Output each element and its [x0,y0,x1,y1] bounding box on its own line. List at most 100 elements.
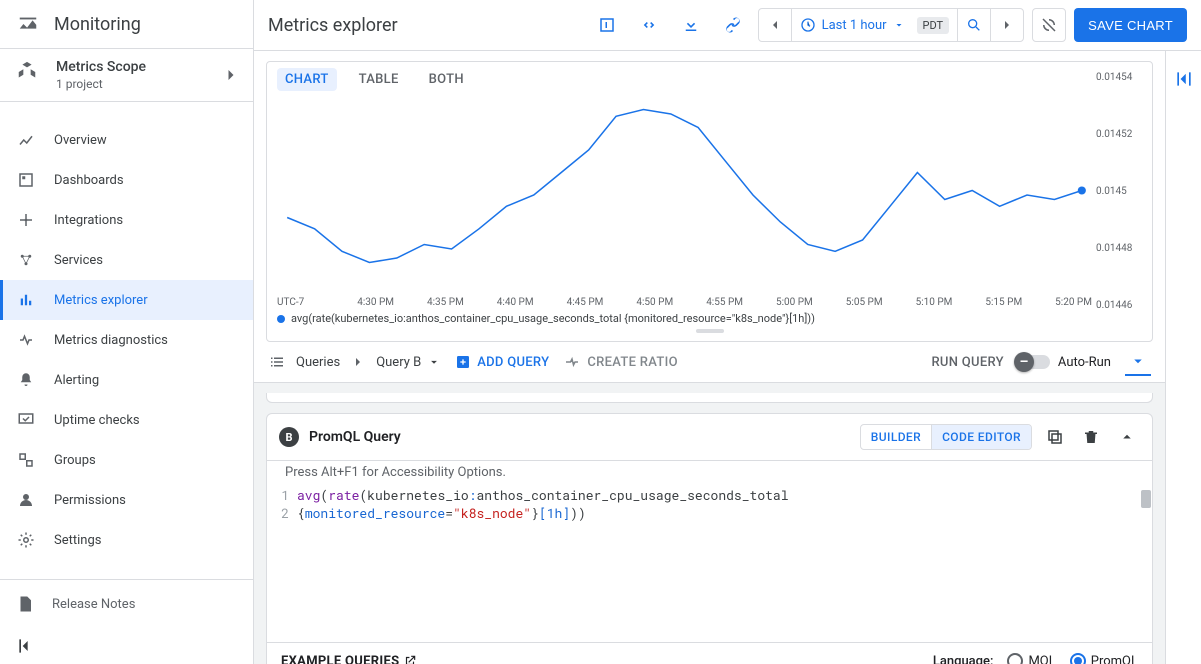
create-ratio-label: CREATE RATIO [587,355,678,370]
line-number: 2 [267,504,297,522]
tab-both[interactable]: BOTH [421,68,472,91]
code-view-button[interactable] [632,8,666,42]
sidebar-item-metrics-diagnostics[interactable]: Metrics diagnostics [0,320,253,360]
download-button[interactable] [674,8,708,42]
add-query-label: ADD QUERY [477,355,549,370]
add-query-button[interactable]: ADD QUERY [455,354,549,370]
external-link-icon [403,654,417,664]
example-queries-label: EXAMPLE QUERIES [281,654,399,664]
y-tick: 0.01446 [1096,300,1146,311]
resize-handle[interactable] [696,329,724,333]
queries-label: Queries [296,355,340,370]
chart-legend: avg(rate(kubernetes_io:anthos_container_… [267,308,1152,325]
code-line: 2{monitored_resource="k8s_node"}[1h])) [267,504,1152,522]
metrics-scope-selector[interactable]: Metrics Scope 1 project [0,49,253,102]
sync-off-icon [1040,16,1058,34]
time-range-picker: Last 1 hour PDT [758,8,1025,42]
sidebar-item-overview[interactable]: Overview [0,120,253,160]
share-link-button[interactable] [716,8,750,42]
chevron-up-icon [1118,428,1136,446]
gear-icon [16,531,36,549]
copy-query-button[interactable] [1042,424,1068,450]
legend-label: avg(rate(kubernetes_io:anthos_container_… [291,312,815,325]
time-next-button[interactable] [990,9,1023,41]
mql-label: MQL [1028,654,1055,664]
caret-down-icon [893,19,905,31]
sidebar-item-label: Permissions [54,493,126,508]
product-name: Monitoring [54,14,141,35]
auto-run-toggle[interactable]: – Auto-Run [1018,355,1111,370]
collapse-sidebar-button[interactable] [0,628,253,664]
sidebar-item-label: Overview [54,133,107,148]
x-tick: 5:00 PM [776,297,813,308]
chevron-right-icon [350,354,366,370]
delete-query-button[interactable] [1078,424,1104,450]
tab-chart[interactable]: CHART [277,68,337,91]
sidebar-item-services[interactable]: Services [0,240,253,280]
line-number: 1 [267,486,297,504]
current-query-dropdown[interactable]: Query B [376,355,441,370]
release-notes-label: Release Notes [52,597,135,612]
search-icon [966,17,982,33]
chart-plot[interactable] [277,95,1092,295]
monitor-check-icon [16,411,36,429]
builder-button[interactable]: BUILDER [861,425,931,449]
sidebar-item-label: Metrics explorer [54,293,148,308]
right-panel-toggle[interactable] [1165,51,1201,664]
chevron-left-icon [767,17,783,33]
queries-breadcrumb[interactable]: Queries [296,355,340,370]
collapse-query-button[interactable] [1114,424,1140,450]
code-content: avg(rate(kubernetes_io:anthos_container_… [297,486,789,504]
collapsed-query-card[interactable] [266,393,1153,403]
tab-table[interactable]: TABLE [351,68,407,91]
sidebar-item-uptime-checks[interactable]: Uptime checks [0,400,253,440]
sidebar-item-label: Services [54,253,103,268]
sidebar: Monitoring Metrics Scope 1 project Overv… [0,0,254,664]
y-tick: 0.01452 [1096,129,1146,140]
sidebar-item-alerting[interactable]: Alerting [0,360,253,400]
time-zoom-button[interactable] [957,9,990,41]
plus-box-icon [455,354,471,370]
x-tick: 5:20 PM [1055,297,1092,308]
editor-mode-toggle: BUILDER CODE EDITOR [860,424,1032,450]
sidebar-item-groups[interactable]: Groups [0,440,253,480]
autorefresh-off-button[interactable] [1032,8,1066,42]
promql-code-editor[interactable]: 1avg(rate(kubernetes_io:anthos_container… [267,484,1152,642]
sidebar-item-settings[interactable]: Settings [0,520,253,560]
code-editor-button[interactable]: CODE EDITOR [931,425,1031,449]
bar-chart-icon [16,291,36,309]
language-mql-radio[interactable]: MQL [1007,653,1055,664]
run-query-button[interactable]: RUN QUERY [931,355,1003,370]
release-notes-link[interactable]: Release Notes [0,580,253,628]
product-header: Monitoring [0,0,253,49]
sidebar-item-integrations[interactable]: Integrations [0,200,253,240]
example-queries-link[interactable]: EXAMPLE QUERIES [281,654,417,664]
time-range-button[interactable]: Last 1 hour PDT [791,9,958,41]
queries-toolbar: Queries Query B ADD QUERY [254,342,1165,383]
caret-down-icon [427,355,441,369]
x-tick: 4:55 PM [706,297,743,308]
collapse-right-icon [1174,69,1194,89]
sidebar-item-label: Groups [54,453,96,468]
chevron-down-icon [1129,352,1147,370]
scope-icon [16,61,38,83]
sidebar-item-permissions[interactable]: Permissions [0,480,253,520]
collapse-queries-button[interactable] [1125,348,1151,376]
chart-y-axis: 0.014540.014520.01450.014480.01446 [1096,72,1146,311]
time-prev-button[interactable] [759,9,791,41]
groups-icon [16,451,36,469]
create-ratio-button[interactable]: CREATE RATIO [563,353,678,371]
collapse-left-icon [16,636,36,656]
query-badge: B [279,427,299,447]
sidebar-item-dashboards[interactable]: Dashboards [0,160,253,200]
sidebar-item-metrics-explorer[interactable]: Metrics explorer [0,280,253,320]
chevron-right-icon [999,17,1015,33]
list-icon [268,353,286,371]
language-promql-radio[interactable]: PromQL [1070,653,1138,664]
x-tick: 5:15 PM [985,297,1022,308]
dock-panel-button[interactable] [590,8,624,42]
legend-dot-icon [277,315,285,323]
integration-icon [16,211,36,229]
sidebar-item-label: Dashboards [54,173,124,188]
save-chart-button[interactable]: SAVE CHART [1074,8,1187,42]
